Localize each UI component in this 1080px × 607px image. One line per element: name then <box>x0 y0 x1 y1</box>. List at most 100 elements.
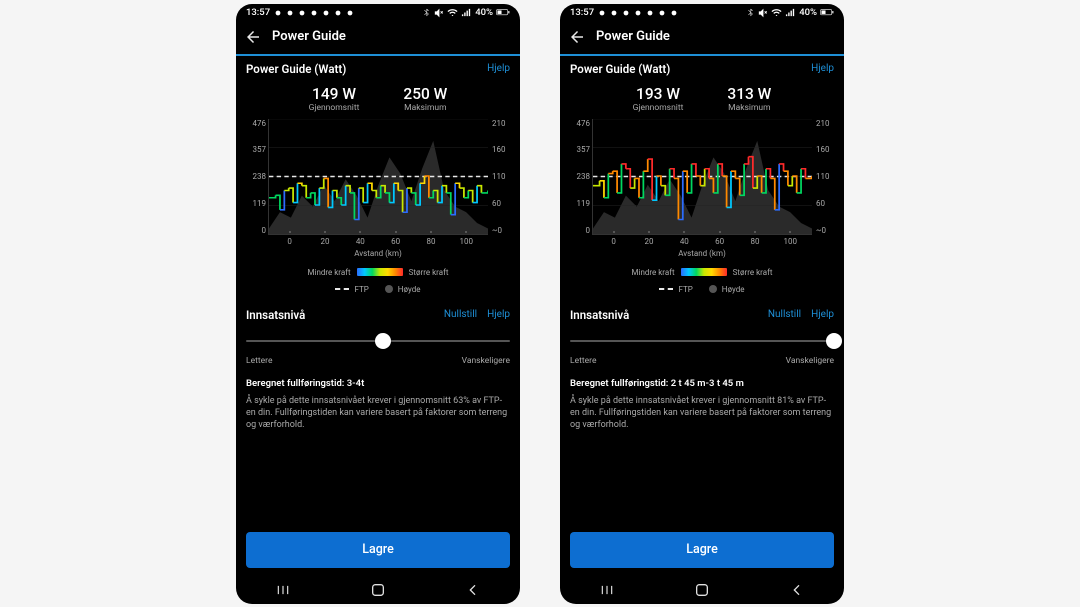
xtick: 20 <box>307 239 342 246</box>
effort-title: Innsatsnivå <box>246 308 305 322</box>
recents-icon[interactable] <box>587 580 627 600</box>
signal-icon <box>785 7 796 18</box>
messenger-icon <box>598 9 606 17</box>
max-label: Maksimum <box>727 103 771 113</box>
help-link[interactable]: Hjelp <box>811 63 834 74</box>
axis-bottom: 020406080100 <box>250 239 506 246</box>
ytick-right: 210 <box>492 119 508 128</box>
xtick: 0 <box>596 239 631 246</box>
signal-icon <box>461 7 472 18</box>
effort-section: Innsatsnivå Nullstill Hjelp Lettere Vans… <box>560 300 844 431</box>
power-chart: 4763572381190 21016011060~0 <box>246 119 510 235</box>
legend-ftp: FTP <box>678 285 692 294</box>
nav-back-icon[interactable] <box>453 580 493 600</box>
gear-icon <box>334 9 342 17</box>
stat-average: 193 W Gjennomsnitt <box>633 86 684 113</box>
legend-lines: FTP Høyde <box>246 285 510 294</box>
ytick-left: 357 <box>572 145 590 154</box>
avg-label: Gjennomsnitt <box>633 103 684 113</box>
bullet-icon <box>610 9 618 17</box>
slider-thumb[interactable] <box>826 333 842 349</box>
ytick-left: 119 <box>572 199 590 208</box>
phone-frame: 13:57 40% Power Guide Power Guide (Watt)… <box>560 4 844 604</box>
avg-value: 193 W <box>633 86 684 103</box>
x-axis-label: Avstand (km) <box>570 249 834 258</box>
xi-icon <box>634 9 642 17</box>
reset-link[interactable]: Nullstill <box>768 309 801 320</box>
axis-bottom: 020406080100 <box>574 239 830 246</box>
phone-frame: 13:57 40% Power Guide Power Guide (Watt)… <box>236 4 520 604</box>
app-bar: Power Guide <box>236 20 520 54</box>
reset-link[interactable]: Nullstill <box>444 309 477 320</box>
ytick-left: 0 <box>572 226 590 235</box>
legend-lines: FTP Høyde <box>570 285 834 294</box>
ytick-right: 160 <box>816 145 832 154</box>
back-arrow-icon[interactable] <box>568 28 586 46</box>
effort-help-link[interactable]: Hjelp <box>811 309 834 320</box>
legend-more-label: Større kraft <box>409 268 449 277</box>
max-label: Maksimum <box>403 103 447 113</box>
mute-icon <box>434 8 444 18</box>
chart-plot-area <box>592 119 812 235</box>
back-arrow-icon[interactable] <box>244 28 262 46</box>
xtick: 80 <box>737 239 772 246</box>
xtick: 0 <box>272 239 307 246</box>
xtick: 100 <box>773 239 808 246</box>
avg-value: 149 W <box>309 86 360 103</box>
t-icon <box>322 9 330 17</box>
ytick-right: 60 <box>492 199 508 208</box>
axis-left: 4763572381190 <box>246 119 268 235</box>
recents-icon[interactable] <box>263 580 303 600</box>
stat-max: 313 W Maksimum <box>727 86 771 113</box>
xtick: 60 <box>378 239 413 246</box>
legend-power-gradient: Mindre kraft Større kraft <box>246 268 510 277</box>
summary-stats: 149 W Gjennomsnitt 250 W Maksimum <box>246 86 510 113</box>
ytick-right: 160 <box>492 145 508 154</box>
bullet-icon <box>670 9 678 17</box>
estimated-time: Beregnet fullføringstid: 3-4t <box>246 378 510 389</box>
save-button[interactable]: Lagre <box>570 532 834 568</box>
bullet-icon <box>346 9 354 17</box>
nav-back-icon[interactable] <box>777 580 817 600</box>
slider-thumb[interactable] <box>375 333 391 349</box>
axis-left: 4763572381190 <box>570 119 592 235</box>
effort-slider[interactable] <box>570 328 834 354</box>
legend-less-label: Mindre kraft <box>632 268 675 277</box>
slider-right-label: Vanskeligere <box>786 356 834 366</box>
ytick-right: 110 <box>816 172 832 181</box>
home-icon[interactable] <box>682 580 722 600</box>
legend-elev: Høyde <box>722 285 745 294</box>
help-link[interactable]: Hjelp <box>487 63 510 74</box>
stat-max: 250 W Maksimum <box>403 86 447 113</box>
android-nav-bar <box>236 576 520 604</box>
effort-title: Innsatsnivå <box>570 308 629 322</box>
section-title: Power Guide (Watt) <box>570 62 670 76</box>
max-value: 250 W <box>403 86 447 103</box>
max-value: 313 W <box>727 86 771 103</box>
power-chart: 4763572381190 21016011060~0 <box>570 119 834 235</box>
effort-help-link[interactable]: Hjelp <box>487 309 510 320</box>
legend-less-label: Mindre kraft <box>308 268 351 277</box>
xtick: 100 <box>449 239 484 246</box>
status-time: 13:57 <box>246 7 270 18</box>
messenger-icon <box>274 9 282 17</box>
ytick-left: 238 <box>248 172 266 181</box>
xtick: 60 <box>702 239 737 246</box>
dot-icon <box>385 285 393 293</box>
legend-elev: Høyde <box>398 285 421 294</box>
legend-more-label: Større kraft <box>733 268 773 277</box>
slider-left-label: Lettere <box>246 356 272 366</box>
status-bar: 13:57 40% <box>236 4 520 20</box>
xtick: 40 <box>667 239 702 246</box>
t-icon <box>646 9 654 17</box>
axis-right: 21016011060~0 <box>812 119 834 235</box>
ytick-left: 119 <box>248 199 266 208</box>
home-icon[interactable] <box>358 580 398 600</box>
ytick-right: 60 <box>816 199 832 208</box>
slider-right-label: Vanskeligere <box>462 356 510 366</box>
effort-slider[interactable] <box>246 328 510 354</box>
battery-icon <box>496 8 510 17</box>
save-button[interactable]: Lagre <box>246 532 510 568</box>
spectrum-bar <box>357 268 403 276</box>
dash-icon <box>659 288 673 290</box>
